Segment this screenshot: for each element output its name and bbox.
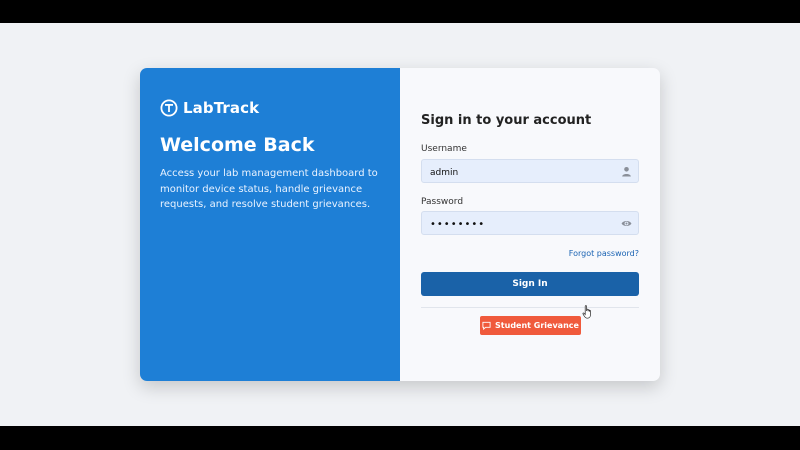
welcome-title: Welcome Back bbox=[160, 134, 315, 156]
forgot-password-link[interactable]: Forgot password? bbox=[569, 249, 639, 258]
student-grievance-button[interactable]: Student Grievance bbox=[480, 316, 581, 335]
password-field bbox=[421, 211, 639, 236]
signin-panel: Sign in to your account Username Passwor… bbox=[400, 68, 660, 381]
eye-icon[interactable] bbox=[621, 218, 632, 229]
top-letterbox bbox=[0, 0, 800, 23]
lab-logo-icon bbox=[160, 99, 178, 117]
brand-name: LabTrack bbox=[183, 99, 260, 117]
sign-in-button[interactable]: Sign In bbox=[421, 272, 639, 296]
mouse-pointer-icon bbox=[582, 305, 591, 319]
chat-icon bbox=[482, 321, 491, 330]
password-input[interactable] bbox=[422, 213, 638, 236]
page-background: LabTrack Welcome Back Access your lab ma… bbox=[0, 23, 800, 426]
username-input[interactable] bbox=[422, 162, 638, 184]
signin-heading: Sign in to your account bbox=[421, 113, 592, 128]
student-grievance-label: Student Grievance bbox=[495, 321, 579, 330]
brand: LabTrack bbox=[160, 99, 259, 117]
username-label: Username bbox=[421, 144, 467, 154]
welcome-panel: LabTrack Welcome Back Access your lab ma… bbox=[140, 68, 400, 381]
login-card: LabTrack Welcome Back Access your lab ma… bbox=[140, 68, 660, 381]
divider bbox=[421, 307, 639, 308]
welcome-description: Access your lab management dashboard to … bbox=[160, 168, 378, 210]
user-icon bbox=[622, 167, 631, 177]
password-label: Password bbox=[421, 197, 464, 207]
username-field bbox=[421, 159, 639, 184]
bottom-letterbox bbox=[0, 426, 800, 450]
